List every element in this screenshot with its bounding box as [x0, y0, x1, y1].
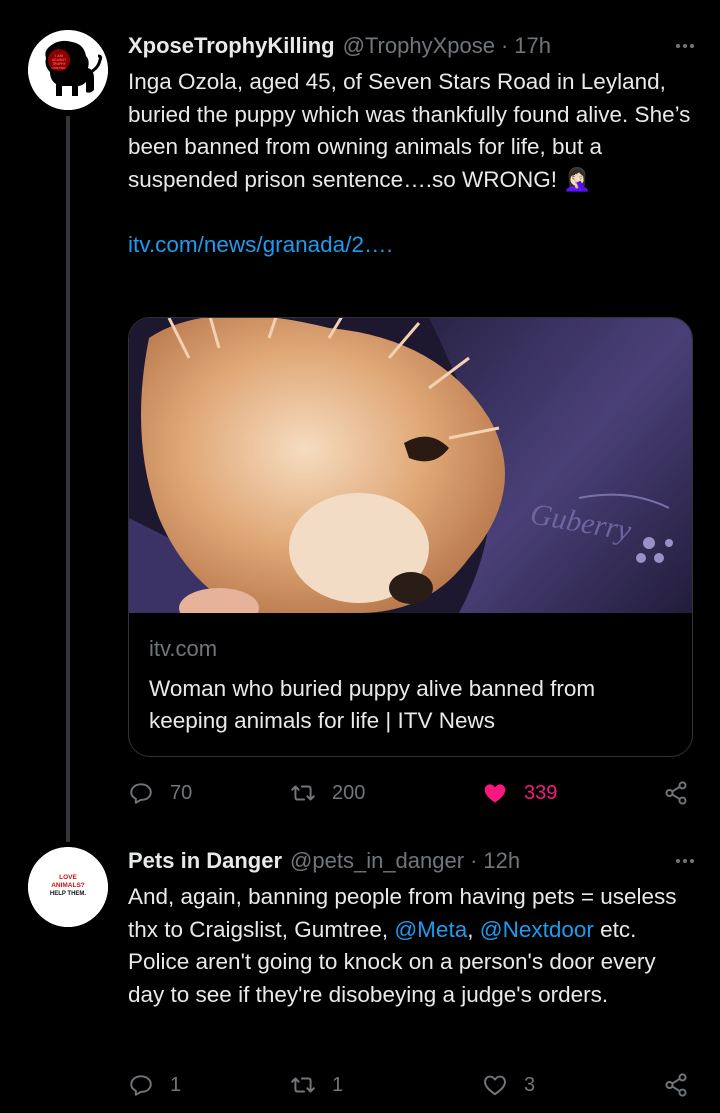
share-button[interactable]	[663, 1067, 689, 1103]
like-button[interactable]: 339	[482, 775, 557, 811]
tweet[interactable]: I AM AGAINST TROPHY HUNTING! XposeTrophy…	[0, 0, 720, 822]
retweet-button[interactable]: 200	[290, 775, 365, 811]
thread-line	[66, 116, 70, 822]
share-icon	[665, 781, 687, 805]
card-domain: itv.com	[149, 636, 218, 661]
tweet-text: Inga Ozola, aged 45, of Seven Stars Road…	[128, 66, 698, 261]
tweet-body-part: ,	[467, 916, 480, 942]
retweet-count: 1	[332, 1073, 344, 1096]
retweet-icon	[291, 1077, 315, 1093]
more-icon[interactable]	[670, 31, 700, 61]
mention-nextdoor[interactable]: @Nextdoor	[480, 917, 594, 942]
svg-text:HELP THEM.: HELP THEM.	[50, 891, 87, 897]
tweet-actions: 1 1 3	[128, 1067, 693, 1103]
avatar[interactable]: I AM AGAINST TROPHY HUNTING!	[28, 30, 108, 110]
tweet-actions: 70 200 339	[128, 775, 693, 811]
separator: ·	[500, 33, 509, 58]
link-card[interactable]: Guberry itv.com Woman who buried puppy a…	[128, 317, 693, 757]
svg-text:LOVE: LOVE	[59, 874, 77, 881]
timestamp[interactable]: 17h	[514, 31, 551, 61]
mention-meta[interactable]: @Meta	[394, 917, 467, 942]
reply-icon	[130, 1075, 152, 1096]
author-name[interactable]: XposeTrophyKilling	[128, 31, 335, 61]
retweet-button[interactable]: 1	[290, 1067, 343, 1103]
timestamp[interactable]: 12h	[483, 846, 520, 876]
svg-text:ANIMALS?: ANIMALS?	[51, 882, 85, 889]
share-icon	[665, 1073, 687, 1097]
avatar[interactable]: LOVE ANIMALS? HELP THEM.	[28, 847, 108, 927]
svg-text:HUNTING!: HUNTING!	[52, 66, 67, 70]
tweet-body: Inga Ozola, aged 45, of Seven Stars Road…	[128, 69, 691, 192]
card-image[interactable]: Guberry	[129, 318, 692, 613]
tweet-header: XposeTrophyKilling @TrophyXpose · 17h	[128, 31, 700, 61]
card-title: Woman who buried puppy alive banned from…	[149, 676, 596, 733]
reply-count: 70	[170, 781, 193, 804]
like-count: 3	[524, 1073, 536, 1096]
separator: ·	[470, 848, 478, 873]
like-button[interactable]: 3	[482, 1067, 535, 1103]
tweet-link[interactable]: itv.com/news/granada/2….	[128, 232, 393, 257]
author-handle[interactable]: @pets_in_danger	[290, 846, 464, 876]
lion-logo-icon: I AM AGAINST TROPHY HUNTING!	[28, 30, 108, 110]
retweet-count: 200	[332, 781, 366, 804]
tweet-text: And, again, banning people from having p…	[128, 881, 698, 1011]
reply-count: 1	[170, 1073, 182, 1096]
reply-button[interactable]: 1	[128, 1067, 181, 1103]
like-icon	[484, 1075, 506, 1096]
thread-line	[66, 822, 70, 842]
tweet[interactable]: LOVE ANIMALS? HELP THEM. Pets in Danger …	[0, 822, 720, 1113]
puppy-image: Guberry	[129, 318, 692, 613]
like-icon	[484, 784, 506, 803]
pets-in-danger-logo-icon: LOVE ANIMALS? HELP THEM.	[28, 847, 108, 927]
more-icon[interactable]	[670, 846, 700, 876]
retweet-icon	[291, 785, 315, 801]
author-name[interactable]: Pets in Danger	[128, 846, 282, 876]
reply-icon	[130, 783, 152, 804]
author-handle[interactable]: @TrophyXpose	[343, 31, 495, 61]
like-count: 339	[524, 781, 558, 804]
reply-button[interactable]: 70	[128, 775, 192, 811]
tweet-header: Pets in Danger @pets_in_danger · 12h	[128, 846, 700, 876]
share-button[interactable]	[663, 775, 689, 811]
